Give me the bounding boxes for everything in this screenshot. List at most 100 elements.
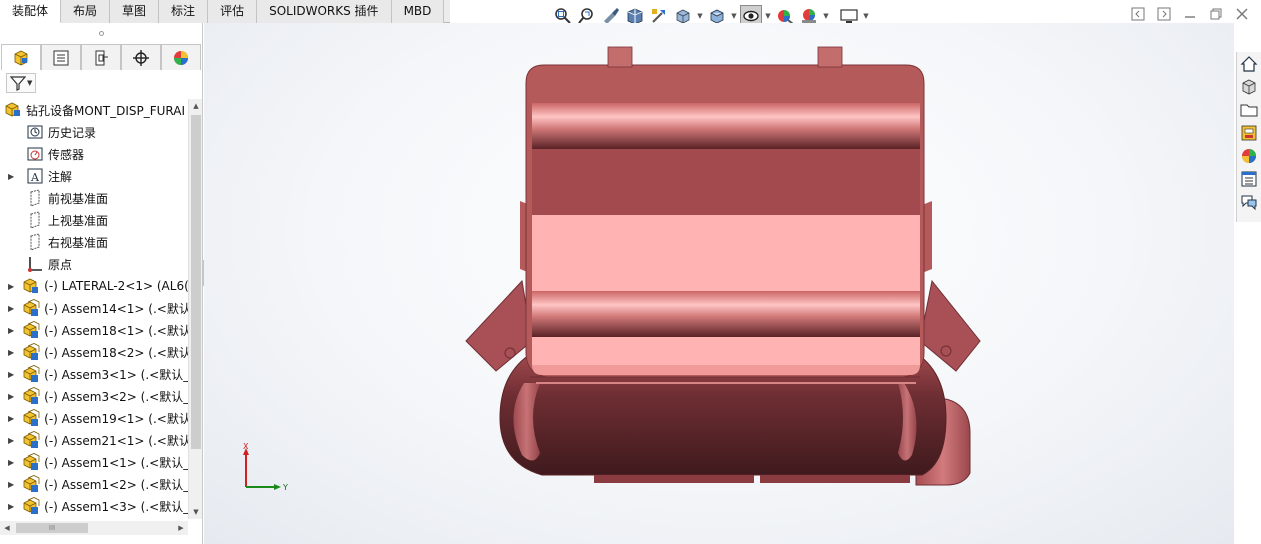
tree-item[interactable]: ▶ (-) Assem18<1> (.<默认 <box>0 319 188 341</box>
tree-item[interactable]: ▶ (-) Assem1<3> (.<默认_ <box>0 495 188 517</box>
collapse-right-icon[interactable] <box>1155 5 1173 23</box>
configurationmanager-icon[interactable] <box>81 44 121 70</box>
tree-item[interactable]: ▶ (-) Assem1<1> (.<默认_ <box>0 451 188 473</box>
panel-grip[interactable] <box>0 23 202 44</box>
subassembly-icon <box>22 497 40 515</box>
tree-filter: ▼ <box>0 70 202 96</box>
expand-arrow-icon[interactable]: ▶ <box>8 282 14 291</box>
design-library-icon[interactable] <box>1238 76 1260 98</box>
lower-roller <box>532 291 920 337</box>
scroll-thumb-grip: III <box>48 524 56 532</box>
scroll-up-icon[interactable]: ▲ <box>189 99 203 113</box>
filter-button[interactable]: ▼ <box>6 73 37 93</box>
tab-2[interactable]: 草图 <box>110 0 160 23</box>
tree-item[interactable]: 前视基准面 <box>0 187 188 209</box>
tree-horizontal-scrollbar[interactable]: ◀ III ▶ <box>0 521 188 535</box>
left-arm <box>465 279 533 372</box>
tree-root[interactable]: 钻孔设备MONT_DISP_FURAI <box>0 99 188 121</box>
tree-item[interactable]: ▶ (-) Assem14<1> (.<默认 <box>0 297 188 319</box>
tree-item[interactable]: 上视基准面 <box>0 209 188 231</box>
solidworks-window: 装配体 布局 草图 标注 评估 SOLIDWORKS 插件 MBD ▼ ▼ ▼ ▼ ▼ <box>0 0 1261 544</box>
tree-items: 历史记录传感器 ▶ A 注解前视基准面上视基准面右视基准面 原点 ▶ (-) LATERAL… <box>0 121 188 517</box>
tree-item[interactable]: 右视基准面 <box>0 231 188 253</box>
tree-item[interactable]: ▶ (-) Assem18<2> (.<默认 <box>0 341 188 363</box>
assembly-icon <box>4 101 22 119</box>
tree-item-label: 上视基准面 <box>48 213 109 228</box>
expand-arrow-icon[interactable]: ▶ <box>8 480 14 489</box>
restore-icon[interactable] <box>1207 5 1225 23</box>
tree-item[interactable]: ▶ A 注解 <box>0 165 188 187</box>
displaymanager-icon[interactable] <box>161 44 201 70</box>
propertymanager-icon[interactable] <box>41 44 81 70</box>
tree-vertical-scrollbar[interactable]: ▲ ▼ <box>188 99 202 519</box>
forum-icon[interactable] <box>1238 191 1260 213</box>
tree-item[interactable]: 历史记录 <box>0 121 188 143</box>
expand-arrow-icon[interactable]: ▶ <box>8 304 14 313</box>
close-icon[interactable] <box>1233 5 1251 23</box>
tree-item[interactable]: ▶ (-) Assem19<1> (.<默认 <box>0 407 188 429</box>
tab-0[interactable]: 装配体 <box>0 0 62 23</box>
tree-item[interactable]: ▶ (-) Assem3<1> (.<默认_ <box>0 363 188 385</box>
tree-item-label: (-) Assem1<3> (.<默认_ <box>44 499 188 514</box>
solidworks-resources-icon[interactable] <box>1238 53 1260 75</box>
tree-item[interactable]: 传感器 <box>0 143 188 165</box>
subassembly-icon <box>22 343 40 361</box>
tree-item[interactable]: ▶ (-) Assem3<2> (.<默认_ <box>0 385 188 407</box>
history-icon <box>26 123 44 141</box>
triad-y-label: Y <box>282 483 288 492</box>
expand-arrow-icon[interactable]: ▶ <box>8 370 14 379</box>
tree-item[interactable]: 原点 <box>0 253 188 275</box>
scroll-thumb-horizontal[interactable]: III <box>16 523 88 533</box>
appearances-scenes-icon[interactable] <box>1238 145 1260 167</box>
tree-item-label: (-) Assem18<1> (.<默认 <box>44 323 188 338</box>
part-icon <box>22 277 40 295</box>
tree-root-label: 钻孔设备MONT_DISP_FURAI <box>26 103 186 118</box>
task-pane <box>1236 52 1261 222</box>
upper-roller <box>532 103 920 149</box>
featuremanager-tree-icon[interactable] <box>1 44 41 70</box>
tab-5[interactable]: SOLIDWORKS 插件 <box>257 0 392 23</box>
custom-properties-icon[interactable] <box>1238 168 1260 190</box>
assembly-model[interactable] <box>204 23 1234 544</box>
subassembly-icon <box>22 365 40 383</box>
expand-arrow-icon[interactable]: ▶ <box>8 172 18 181</box>
file-explorer-icon[interactable] <box>1238 99 1260 121</box>
view-palette-icon[interactable] <box>1238 122 1260 144</box>
collapse-left-icon[interactable] <box>1129 5 1147 23</box>
scroll-right-icon[interactable]: ▶ <box>174 521 188 535</box>
tab-1[interactable]: 布局 <box>61 0 111 23</box>
expand-arrow-icon[interactable]: ▶ <box>8 348 14 357</box>
tree-item-label: 前视基准面 <box>48 191 109 206</box>
expand-arrow-icon[interactable]: ▶ <box>8 502 14 511</box>
scroll-thumb[interactable] <box>191 115 201 449</box>
coordinate-triad: X Y <box>243 443 288 492</box>
tree-item[interactable]: ▶ (-) Assem1<2> (.<默认_ <box>0 473 188 495</box>
expand-arrow-icon[interactable]: ▶ <box>8 458 14 467</box>
expand-arrow-icon[interactable]: ▶ <box>8 414 14 423</box>
tree-item-label: (-) Assem1<1> (.<默认_ <box>44 455 188 470</box>
graphics-area[interactable]: X Y <box>204 23 1234 544</box>
subassembly-icon <box>22 321 40 339</box>
feature-tree: 钻孔设备MONT_DISP_FURAI 历史记录传感器 ▶ A 注解前视基准面上视基准… <box>0 99 188 517</box>
expand-arrow-icon[interactable]: ▶ <box>8 326 14 335</box>
scroll-down-icon[interactable]: ▼ <box>189 505 203 519</box>
tab-6[interactable]: MBD <box>391 0 445 23</box>
scroll-left-icon[interactable]: ◀ <box>0 521 14 535</box>
tree-item[interactable]: ▶ (-) LATERAL-2<1> (AL6( <box>0 275 188 297</box>
dimxpertmanager-icon[interactable] <box>121 44 161 70</box>
window-controls <box>1129 5 1251 23</box>
tree-item[interactable]: ▶ (-) Assem21<1> (.<默认 <box>0 429 188 451</box>
tree-item-label: 传感器 <box>48 147 85 162</box>
subassembly-icon <box>22 387 40 405</box>
expand-arrow-icon[interactable]: ▶ <box>8 392 14 401</box>
tab-3[interactable]: 标注 <box>159 0 209 23</box>
tree-item-label: 注解 <box>48 169 73 184</box>
minimize-icon[interactable] <box>1181 5 1199 23</box>
expand-arrow-icon[interactable]: ▶ <box>8 436 14 445</box>
right-arm <box>919 279 981 372</box>
origin-icon <box>26 255 44 273</box>
tree-item-label: (-) Assem14<1> (.<默认 <box>44 301 188 316</box>
tab-4[interactable]: 评估 <box>208 0 258 23</box>
tree-item-label: (-) Assem3<2> (.<默认_ <box>44 389 188 404</box>
subassembly-icon <box>22 475 40 493</box>
